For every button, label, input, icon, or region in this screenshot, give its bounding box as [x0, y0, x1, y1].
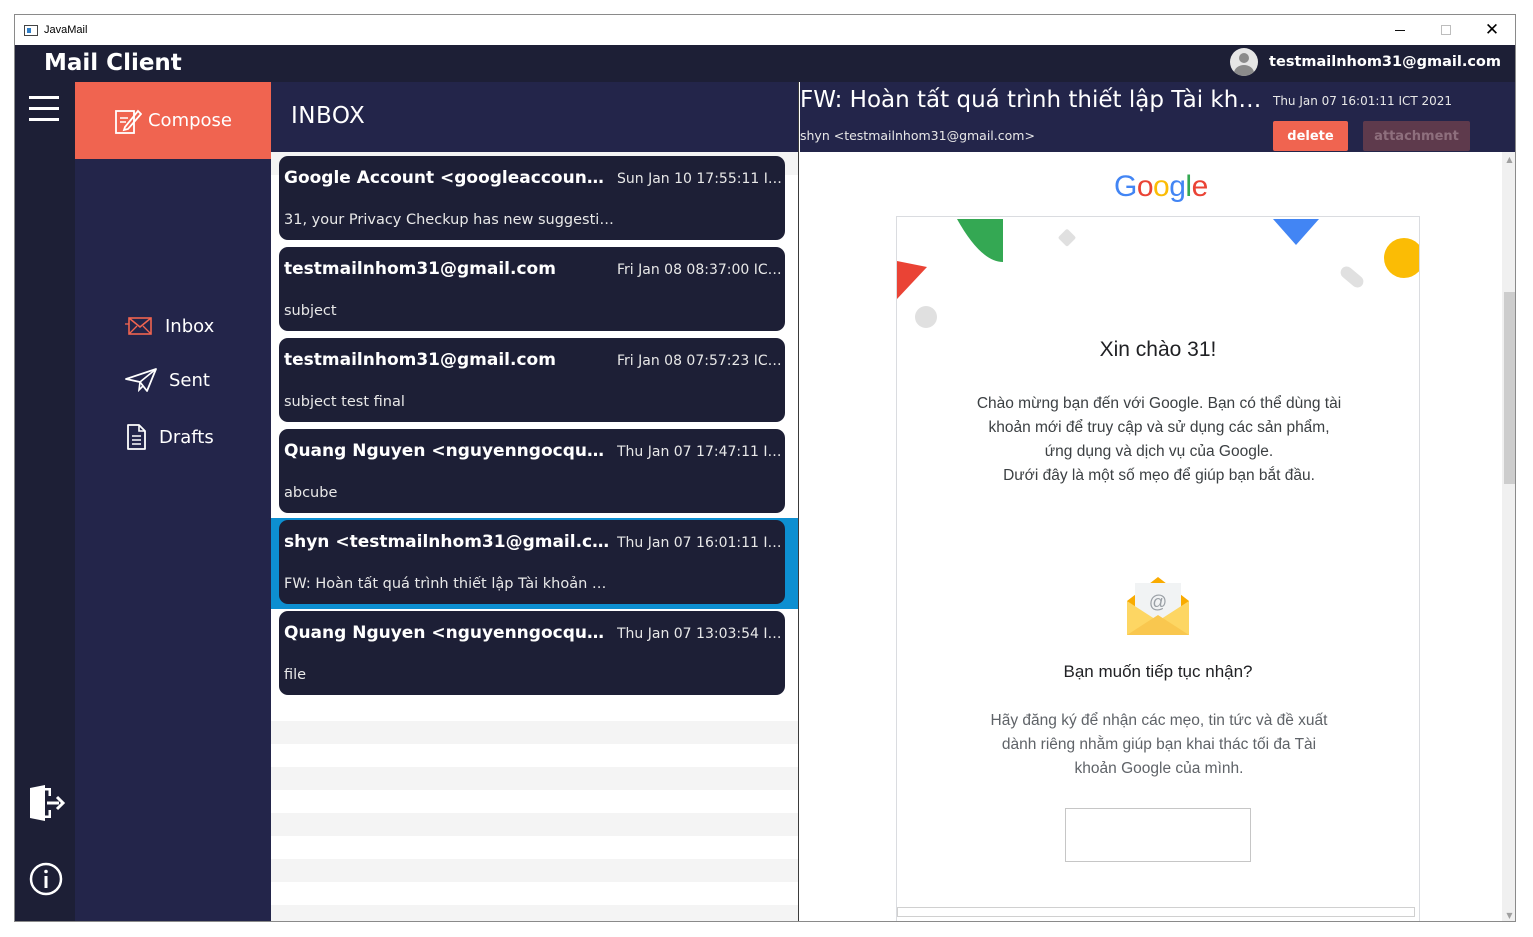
- mail-envelope-icon: @: [1127, 577, 1189, 635]
- nav-item-label: Drafts: [159, 426, 214, 448]
- list-item-selected[interactable]: shyn <testmailnhom31@gmail.com> Thu Jan …: [279, 520, 785, 604]
- vertical-scrollbar[interactable]: ▲ ▼: [1502, 152, 1515, 921]
- delete-button[interactable]: delete: [1273, 121, 1348, 151]
- message-date: Fri Jan 08 07:57:23 ICT 2021: [617, 353, 783, 369]
- google-logo: Google: [1114, 170, 1208, 203]
- compose-label: Compose: [147, 110, 232, 131]
- app-header: Mail Client testmailnhom31@gmail.com: [15, 45, 1515, 82]
- message-subject: 31, your Privacy Checkup has new suggest…: [284, 212, 614, 228]
- maximize-icon: [1441, 25, 1451, 35]
- message-body[interactable]: Google Xin chào 31! Chào mừng bạn đến vớ…: [800, 152, 1502, 921]
- left-rail: [15, 82, 75, 921]
- nav-item-inbox[interactable]: Inbox: [125, 315, 214, 337]
- message-subject: file: [284, 667, 307, 683]
- message-date: Thu Jan 07 17:47:11 ICT 2021: [617, 444, 783, 460]
- list-item[interactable]: testmailnhom31@gmail.com Fri Jan 08 07:5…: [279, 338, 785, 422]
- reader-date: Thu Jan 07 16:01:11 ICT 2021: [1273, 94, 1453, 108]
- scroll-thumb[interactable]: [1504, 292, 1515, 484]
- reader-header: FW: Hoàn tất quá trình thiết lập Tài kho…: [800, 82, 1515, 152]
- scroll-down-icon[interactable]: ▼: [1502, 908, 1515, 921]
- menu-icon[interactable]: [29, 96, 61, 124]
- scroll-up-icon[interactable]: ▲: [1502, 152, 1515, 167]
- reader-sender: shyn <testmailnhom31@gmail.com>: [800, 128, 1035, 143]
- message-from: testmailnhom31@gmail.com: [284, 259, 556, 279]
- message-from: Quang Nguyen <nguyenngocquang@gmail.com>: [284, 441, 610, 461]
- nav-item-label: Inbox: [165, 315, 215, 337]
- user-email: testmailnhom31@gmail.com: [1269, 54, 1501, 70]
- card-divider: [897, 907, 1415, 917]
- minimize-button[interactable]: [1377, 15, 1423, 45]
- email-paragraph-2: Hãy đăng ký để nhận các mẹo, tin tức và …: [990, 712, 1328, 777]
- message-from: Google Account <googleaccount-noreply@go…: [284, 168, 610, 188]
- message-from: Quang Nguyen <nguyenngocquang@gmail.com>: [284, 623, 610, 643]
- nav-item-drafts[interactable]: Drafts: [125, 424, 214, 450]
- reading-pane: FW: Hoàn tất quá trình thiết lập Tài kho…: [800, 82, 1515, 921]
- message-from: testmailnhom31@gmail.com: [284, 350, 556, 370]
- nav-item-label: Sent: [169, 369, 210, 391]
- brand-title: Mail Client: [44, 50, 182, 76]
- close-icon: ✕: [1484, 19, 1500, 40]
- email-paragraph-1: Chào mừng bạn đến với Google. Bạn có thể…: [976, 395, 1342, 484]
- app-icon: [24, 24, 38, 36]
- message-date: Fri Jan 08 08:37:00 ICT 2021: [617, 262, 783, 278]
- list-title: INBOX: [291, 103, 366, 129]
- email-greeting: Xin chào 31!: [1099, 338, 1217, 361]
- message-from: shyn <testmailnhom31@gmail.com>: [284, 532, 610, 552]
- message-subject: FW: Hoàn tất quá trình thiết lập Tài kho…: [284, 576, 614, 592]
- app-window: JavaMail ✕ Mail Client testmailnhom31@gm…: [14, 14, 1516, 922]
- compose-icon: [115, 109, 142, 134]
- email-question: Bạn muốn tiếp tục nhận?: [1063, 662, 1253, 681]
- message-list[interactable]: Google Account <googleaccount-noreply@go…: [271, 152, 798, 921]
- confetti-decoration: [897, 219, 1419, 328]
- avatar[interactable]: [1230, 48, 1259, 76]
- maximize-button[interactable]: [1423, 15, 1469, 45]
- user-account[interactable]: testmailnhom31@gmail.com: [1230, 48, 1501, 76]
- list-stripe: [271, 721, 798, 744]
- attachment-button: attachment: [1363, 121, 1470, 151]
- subscribe-button[interactable]: [1065, 808, 1251, 862]
- email-card: Xin chào 31! Chào mừng bạn đến với Googl…: [896, 216, 1420, 921]
- reader-subject: FW: Hoàn tất quá trình thiết lập Tài kho…: [800, 87, 1270, 113]
- message-list-panel: INBOX Google Account <googleaccount-nore…: [271, 82, 799, 921]
- message-subject: subject: [284, 303, 337, 319]
- minimize-icon: [1395, 29, 1405, 31]
- list-stripe: [271, 767, 798, 790]
- nav-panel: Compose Inbox Sent Drafts: [75, 82, 271, 921]
- compose-button[interactable]: Compose: [75, 82, 271, 159]
- message-subject: abcube: [284, 485, 338, 501]
- title-bar: JavaMail ✕: [15, 15, 1515, 45]
- list-item[interactable]: Quang Nguyen <nguyenngocquang@gmail.com>…: [279, 429, 785, 513]
- paper-plane-icon: [125, 368, 157, 392]
- message-date: Thu Jan 07 16:01:11 ICT 2021: [617, 535, 783, 551]
- svg-text:@: @: [1149, 592, 1167, 612]
- nav-item-sent[interactable]: Sent: [125, 368, 210, 392]
- message-date: Sun Jan 10 17:55:11 ICT 2021: [617, 171, 783, 187]
- list-item[interactable]: Quang Nguyen <nguyenngocquang@gmail.com>…: [279, 611, 785, 695]
- list-header: INBOX: [271, 82, 798, 152]
- list-stripe: [271, 905, 798, 921]
- logout-icon[interactable]: [27, 784, 65, 822]
- info-icon[interactable]: [29, 862, 63, 896]
- close-button[interactable]: ✕: [1469, 15, 1515, 45]
- list-item[interactable]: testmailnhom31@gmail.com Fri Jan 08 08:3…: [279, 247, 785, 331]
- envelope-icon: [125, 317, 152, 335]
- document-icon: [127, 424, 146, 450]
- list-stripe: [271, 859, 798, 882]
- list-stripe: [271, 813, 798, 836]
- message-date: Thu Jan 07 13:03:54 ICT 2021: [617, 626, 783, 642]
- message-subject: subject test final: [284, 394, 405, 410]
- window-title: JavaMail: [44, 24, 88, 36]
- list-item[interactable]: Google Account <googleaccount-noreply@go…: [279, 156, 785, 240]
